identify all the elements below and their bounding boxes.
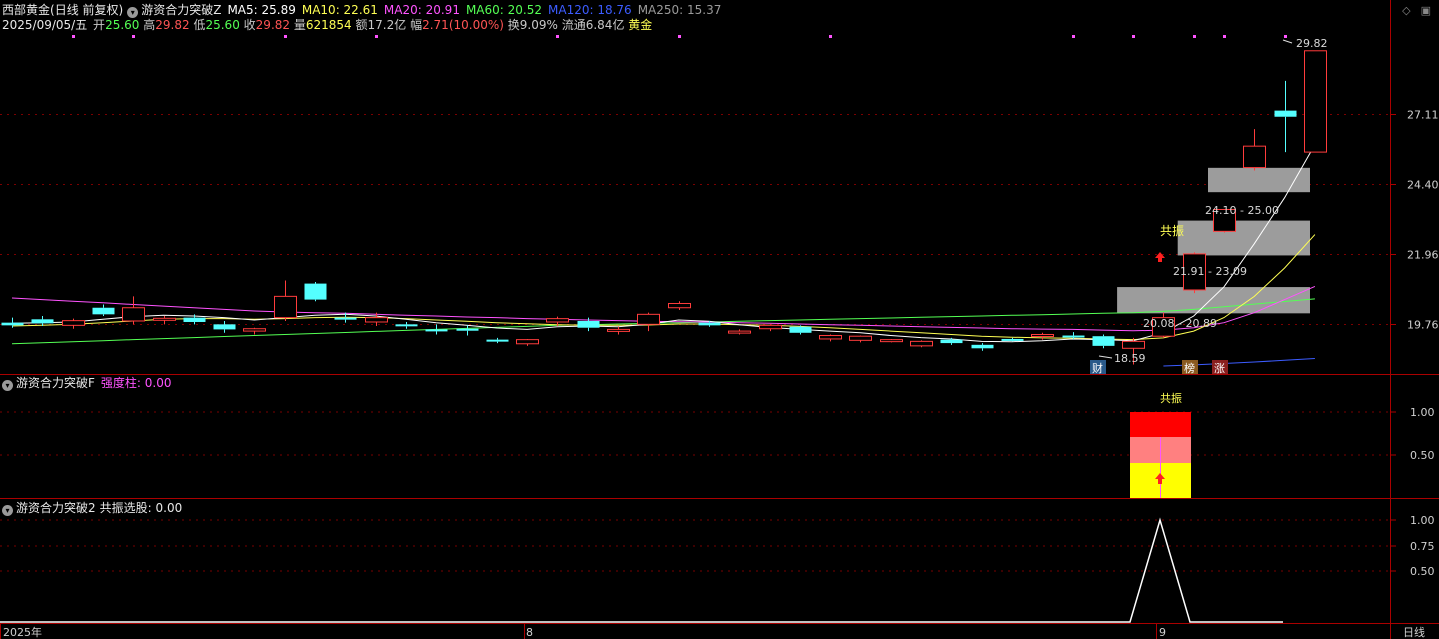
- bang-badge-text: 榜: [1184, 361, 1195, 375]
- signal-dot-9: [1193, 35, 1196, 38]
- zone2-label: 21.91 - 23.09: [1173, 265, 1247, 278]
- signal-dot-8: [1132, 35, 1135, 38]
- price-tick-3: 19.76: [1407, 319, 1439, 332]
- candle-body-29: [880, 339, 903, 343]
- candle-body-31: [940, 339, 963, 344]
- support-zone-1: [1177, 220, 1310, 256]
- high-marker: 29.82: [1282, 37, 1328, 50]
- indicator2-panel: 1.00 0.75 0.50: [0, 514, 1435, 623]
- signal-dot-5: [678, 35, 681, 38]
- ind2-tick-1: 1.00: [1410, 514, 1435, 527]
- price-axis: 27.11 24.40 21.96 19.76: [1391, 109, 1439, 332]
- x-label-year: 2025年: [3, 625, 42, 639]
- candle-body-11: [334, 317, 357, 320]
- period-label[interactable]: 日线: [1403, 625, 1425, 639]
- candle-body-6: [183, 317, 206, 322]
- high-price-label: 29.82: [1296, 37, 1328, 50]
- candle-body-30: [910, 340, 933, 347]
- candle-body-18: [546, 318, 569, 323]
- candle-body-4: [122, 307, 145, 322]
- kline-chart[interactable]: 27.11 24.40 21.96 19.76 29.82 18.59 24.10 -…: [0, 0, 1439, 639]
- support-zone-2: [1117, 287, 1310, 314]
- ind1-resonance-label: 共振: [1160, 391, 1182, 405]
- candle-body-41: [1243, 145, 1266, 169]
- signal-dot-7: [1072, 35, 1075, 38]
- signal-dot-1: [132, 35, 135, 38]
- low-price-label: 18.59: [1114, 352, 1146, 365]
- candle-body-19: [577, 320, 600, 328]
- zhang-badge-text: 涨: [1214, 362, 1225, 375]
- candle-body-32: [971, 344, 994, 349]
- candle-body-22: [668, 302, 691, 309]
- candle-body-27: [819, 335, 842, 340]
- candle-body-28: [849, 335, 872, 341]
- candle-body-43: [1304, 50, 1327, 153]
- signal-dot-3: [375, 35, 378, 38]
- x-label-aug: 8: [526, 626, 533, 639]
- buy-arrow-icon: [1155, 252, 1165, 262]
- candle-body-25: [759, 324, 782, 330]
- candles: [1, 50, 1327, 365]
- candle-body-16: [486, 339, 509, 342]
- zone1-label: 24.10 - 25.00: [1205, 204, 1279, 217]
- candle-body-23: [698, 322, 721, 326]
- support-zones: [1117, 167, 1310, 314]
- ind2-tick-2: 0.75: [1410, 540, 1435, 553]
- candle-body-24: [728, 330, 751, 334]
- candle-body-14: [425, 329, 448, 332]
- signal-dot-0: [72, 35, 75, 38]
- candle-body-17: [516, 339, 539, 345]
- candle-body-1: [31, 319, 54, 324]
- time-axis: 2025年 8 9 日线: [0, 624, 1425, 639]
- candle-body-33: [1001, 338, 1024, 341]
- candle-body-0: [1, 322, 24, 326]
- candle-body-42: [1274, 110, 1297, 117]
- strength-bar-top: [1130, 412, 1191, 437]
- candle-body-35: [1062, 335, 1085, 338]
- signal-dot-11: [1284, 35, 1287, 38]
- candle-body-9: [274, 295, 297, 319]
- candle-body-2: [62, 320, 85, 326]
- candle-body-26: [789, 326, 812, 333]
- moving-averages: [11, 144, 1316, 367]
- cai-badge-text: 财: [1092, 361, 1103, 375]
- candle-body-15: [456, 328, 479, 331]
- candle-body-21: [637, 313, 660, 325]
- candle-body-20: [607, 328, 630, 332]
- signal-dot-6: [829, 35, 832, 38]
- zone3-label: 20.08 - 20.89: [1143, 317, 1217, 330]
- ind1-tick-1: 1.00: [1410, 406, 1435, 419]
- candle-body-12: [365, 317, 388, 323]
- price-tick-2: 21.96: [1407, 249, 1439, 262]
- signal-dot-2: [284, 35, 287, 38]
- indicator1-panel: 共振 1.00 0.50: [0, 391, 1435, 498]
- candle-body-37: [1122, 340, 1145, 349]
- ind2-tick-3: 0.50: [1410, 565, 1435, 578]
- candle-body-3: [92, 307, 115, 315]
- candle-body-13: [395, 324, 418, 327]
- x-label-sep: 9: [1159, 626, 1166, 639]
- resonance-label: 共振: [1160, 224, 1184, 238]
- candle-body-34: [1031, 333, 1054, 337]
- candle-body-7: [213, 324, 236, 330]
- candle-body-8: [243, 328, 266, 332]
- candle-body-10: [304, 283, 327, 300]
- signal-dot-10: [1223, 35, 1226, 38]
- ind1-tick-2: 0.50: [1410, 449, 1435, 462]
- price-tick-1: 24.40: [1407, 179, 1439, 192]
- resonance-select-line: [0, 517, 1283, 623]
- price-tick-0: 27.11: [1407, 109, 1439, 122]
- candle-body-36: [1092, 336, 1115, 346]
- signal-dots: [72, 35, 1287, 38]
- signal-dot-4: [556, 35, 559, 38]
- candle-body-5: [153, 317, 176, 321]
